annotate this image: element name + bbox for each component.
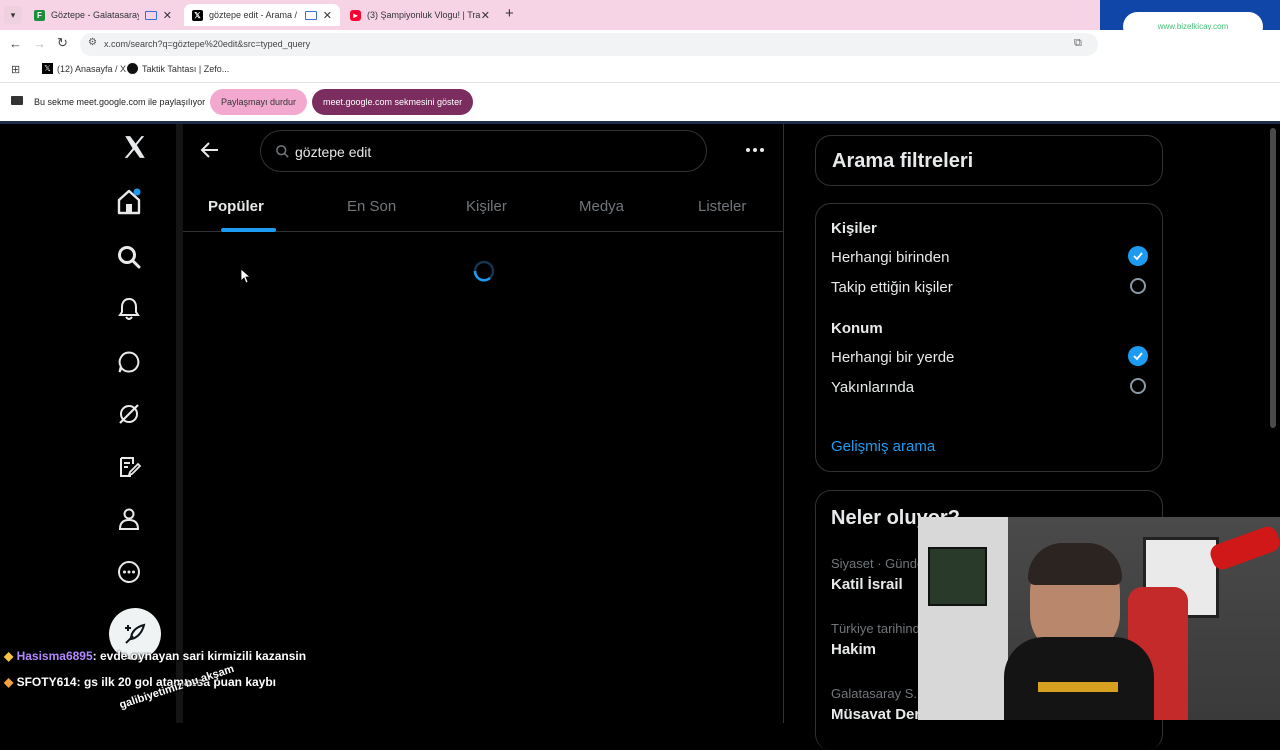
site-info-icon[interactable]: ⚙: [88, 37, 97, 48]
location-filter-heading: Konum: [831, 320, 883, 337]
feather-icon: [125, 623, 146, 644]
search-tabs: Popüler En Son Kişiler Medya Listeler: [183, 180, 783, 232]
tab-people[interactable]: Kişiler: [466, 198, 507, 216]
radio-icon[interactable]: [1130, 278, 1146, 294]
tactic-board-icon: [127, 63, 138, 74]
trend-item[interactable]: Galatasaray S.K Müsavat Der: [831, 686, 926, 723]
show-meet-tab-button[interactable]: meet.google.com sekmesini göster: [312, 89, 474, 115]
screen-share-icon: [11, 96, 23, 105]
trend-item[interactable]: Türkiye tarihind Hakim: [831, 621, 920, 658]
back-arrow-icon[interactable]: [200, 140, 220, 165]
bookmark-item[interactable]: 𝕏 (12) Anasayfa / X: [42, 63, 126, 74]
chat-badge-icon: ◆: [4, 675, 14, 689]
microphone-arm: [1207, 523, 1280, 573]
advanced-search-link[interactable]: Gelişmiş arama: [831, 438, 935, 455]
checked-radio-icon[interactable]: [1128, 346, 1148, 366]
x-logo-icon[interactable]: [122, 134, 148, 160]
sheets-favicon-icon: F: [34, 9, 45, 21]
bell-icon[interactable]: [118, 297, 140, 321]
profile-icon[interactable]: [117, 507, 141, 531]
trend-item[interactable]: Siyaset · Günde Katil İsrail: [831, 556, 924, 593]
search-filters-panel: Kişiler Herhangi birinden Takip ettiğin …: [815, 203, 1163, 472]
more-options-icon[interactable]: [117, 560, 141, 584]
jersey-stripe: [1038, 682, 1118, 692]
cast-icon[interactable]: ⧉: [1074, 37, 1082, 50]
url-text[interactable]: x.com/search?q=göztepe%20edit&src=typed_…: [104, 39, 310, 49]
column-divider: [783, 124, 784, 723]
browser-tab-active[interactable]: 𝕏 göztepe edit - Arama / X ✕: [184, 4, 340, 26]
sharing-icon: [304, 10, 317, 20]
apps-grid-icon[interactable]: ⊞: [11, 63, 20, 76]
page-scrollbar[interactable]: [1270, 128, 1276, 428]
tab-search-button[interactable]: ▾: [4, 6, 22, 24]
new-tab-button[interactable]: +: [505, 5, 514, 22]
grok-icon[interactable]: [117, 402, 141, 426]
tab-popular[interactable]: Popüler: [208, 198, 264, 216]
forward-icon[interactable]: →: [33, 36, 46, 51]
x-favicon-icon: 𝕏: [192, 9, 203, 21]
filter-option-anyone[interactable]: Herhangi birinden: [831, 246, 1149, 268]
chat-message: ◆ Hasisma6895: evde oynayan sari kirmizi…: [4, 649, 307, 663]
chat-message: ◆ SFOTY614: gs ilk 20 gol atamazsa puan …: [4, 675, 277, 689]
picture-frame: [928, 547, 987, 606]
left-scroll-strip: [176, 124, 183, 723]
bookmark-item[interactable]: Taktik Tahtası | Zefo...: [127, 63, 229, 74]
close-tab-icon[interactable]: ✕: [323, 9, 332, 22]
bookmarks-bar: ⊞ 𝕏 (12) Anasayfa / X Taktik Tahtası | Z…: [0, 58, 1280, 83]
tab-latest[interactable]: En Son: [347, 198, 396, 216]
youtube-favicon-icon: ▸: [350, 9, 361, 21]
filter-option-near-you[interactable]: Yakınlarında: [831, 376, 1149, 398]
webcam-overlay: [918, 517, 1280, 720]
people-filter-heading: Kişiler: [831, 220, 877, 237]
search-box[interactable]: göztepe edit: [260, 130, 707, 172]
chat-badge-icon: ◆: [4, 649, 14, 663]
tab-media[interactable]: Medya: [579, 198, 624, 216]
search-icon[interactable]: [117, 245, 141, 269]
reload-icon[interactable]: ↻: [57, 35, 68, 51]
tab-lists[interactable]: Listeler: [698, 198, 746, 216]
messages-icon[interactable]: [117, 350, 141, 374]
tab-sharing-bar: Bu sekme meet.google.com ile paylaşılıyo…: [0, 83, 1280, 121]
search-icon: [276, 145, 289, 158]
radio-icon[interactable]: [1130, 378, 1146, 394]
browser-nav-bar: ← → ↻ ⚙ x.com/search?q=göztepe%20edit&sr…: [0, 30, 1280, 58]
streamer-hair: [1028, 543, 1122, 585]
stop-sharing-button[interactable]: Paylaşmayı durdur: [210, 89, 308, 115]
loading-spinner: [472, 259, 496, 288]
x-favicon-icon: 𝕏: [42, 63, 53, 74]
drafts-icon[interactable]: [117, 455, 141, 479]
streamer-body: [1004, 637, 1154, 720]
search-query[interactable]: göztepe edit: [295, 144, 371, 160]
home-icon[interactable]: [116, 188, 142, 216]
tab-indicator: [221, 228, 276, 232]
search-filters-header: Arama filtreleri: [815, 135, 1163, 186]
checked-radio-icon[interactable]: [1128, 246, 1148, 266]
back-icon[interactable]: ←: [9, 36, 22, 51]
address-bar[interactable]: ⚙ x.com/search?q=göztepe%20edit&src=type…: [80, 33, 1098, 56]
filter-option-following[interactable]: Takip ettiğin kişiler: [831, 276, 1149, 298]
sharing-icon: [144, 10, 157, 20]
more-horizontal-icon[interactable]: [746, 148, 764, 152]
browser-tab[interactable]: ▸ (3) Şampiyonluk Vlogu! | Trabzo ✕: [342, 4, 498, 26]
close-tab-icon[interactable]: ✕: [481, 9, 490, 22]
mouse-cursor-icon: [240, 268, 252, 289]
filter-option-anywhere[interactable]: Herhangi bir yerde: [831, 346, 1149, 368]
browser-tab[interactable]: F Göztepe - Galatasaray canlı ✕: [26, 4, 180, 26]
browser-tab-bar: ▾ F Göztepe - Galatasaray canlı ✕ 𝕏 gözt…: [0, 0, 1280, 30]
close-tab-icon[interactable]: ✕: [163, 9, 172, 22]
